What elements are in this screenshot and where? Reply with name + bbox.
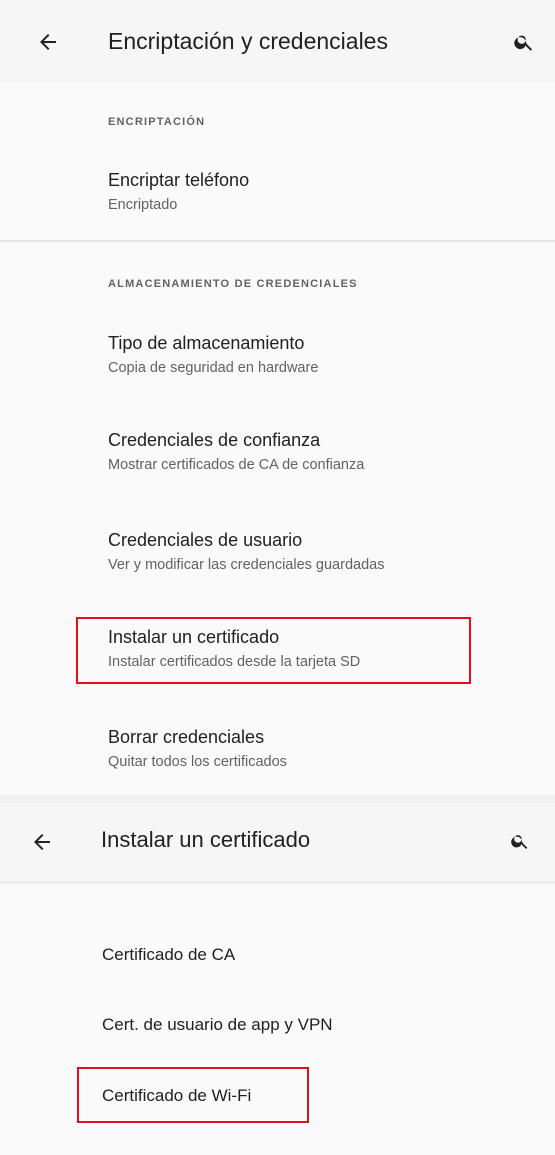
arrow-left-icon[interactable]	[30, 830, 54, 854]
item-trusted-credentials[interactable]: Credenciales de confianza Mostrar certif…	[76, 430, 555, 494]
page-title: Encriptación y credenciales	[108, 28, 388, 54]
page-title: Instalar un certificado	[101, 827, 311, 852]
item-encrypt-phone[interactable]: Encriptar teléfono Encriptado	[76, 170, 555, 234]
item-summary: Instalar certificados desde la tarjeta S…	[108, 654, 361, 670]
item-install-certificate[interactable]: Instalar un certificado Instalar certifi…	[76, 627, 555, 691]
item-summary: Mostrar certificados de CA de confianza	[108, 457, 365, 473]
item-clear-credentials[interactable]: Borrar credenciales Quitar todos los cer…	[76, 727, 555, 791]
item-storage-type[interactable]: Tipo de almacenamiento Copia de segurida…	[76, 333, 555, 397]
item-title: Encriptar teléfono	[108, 170, 250, 190]
item-title: Credenciales de usuario	[108, 530, 303, 550]
item-summary: Encriptado	[108, 197, 178, 213]
item-summary: Ver y modificar las credenciales guardad…	[108, 557, 385, 573]
item-title: Borrar credenciales	[108, 727, 265, 747]
item-summary: Copia de seguridad en hardware	[108, 360, 319, 376]
screen-install-certificate: Instalar un certificado Certificado de C…	[0, 803, 555, 1155]
item-title: Tipo de almacenamiento	[108, 333, 305, 353]
search-icon[interactable]	[510, 831, 530, 851]
item-title: Certificado de CA	[102, 945, 236, 964]
item-title: Cert. de usuario de app y VPN	[102, 1015, 333, 1034]
item-ca-certificate[interactable]: Certificado de CA	[70, 945, 549, 1009]
item-title: Credenciales de confianza	[108, 430, 321, 450]
item-summary: Quitar todos los certificados	[108, 754, 287, 770]
item-title: Certificado de Wi-Fi	[102, 1086, 252, 1105]
item-app-vpn-user-cert[interactable]: Cert. de usuario de app y VPN	[70, 1015, 549, 1079]
search-icon[interactable]	[513, 31, 535, 53]
app-bar: Instalar un certificado	[0, 803, 555, 881]
arrow-left-icon[interactable]	[36, 30, 60, 54]
item-user-credentials[interactable]: Credenciales de usuario Ver y modificar …	[76, 530, 555, 594]
app-bar-divider	[0, 881, 555, 884]
section-header-encryption: ENCRIPTACIÓN	[108, 116, 206, 128]
screen-encryption-credentials: Encriptación y credenciales ENCRIPTACIÓN…	[0, 0, 555, 795]
app-bar: Encriptación y credenciales	[0, 0, 555, 82]
section-divider	[0, 240, 555, 242]
item-title: Instalar un certificado	[108, 627, 280, 647]
section-header-credential-storage: ALMACENAMIENTO DE CREDENCIALES	[108, 278, 358, 290]
item-wifi-certificate[interactable]: Certificado de Wi-Fi	[70, 1086, 549, 1150]
